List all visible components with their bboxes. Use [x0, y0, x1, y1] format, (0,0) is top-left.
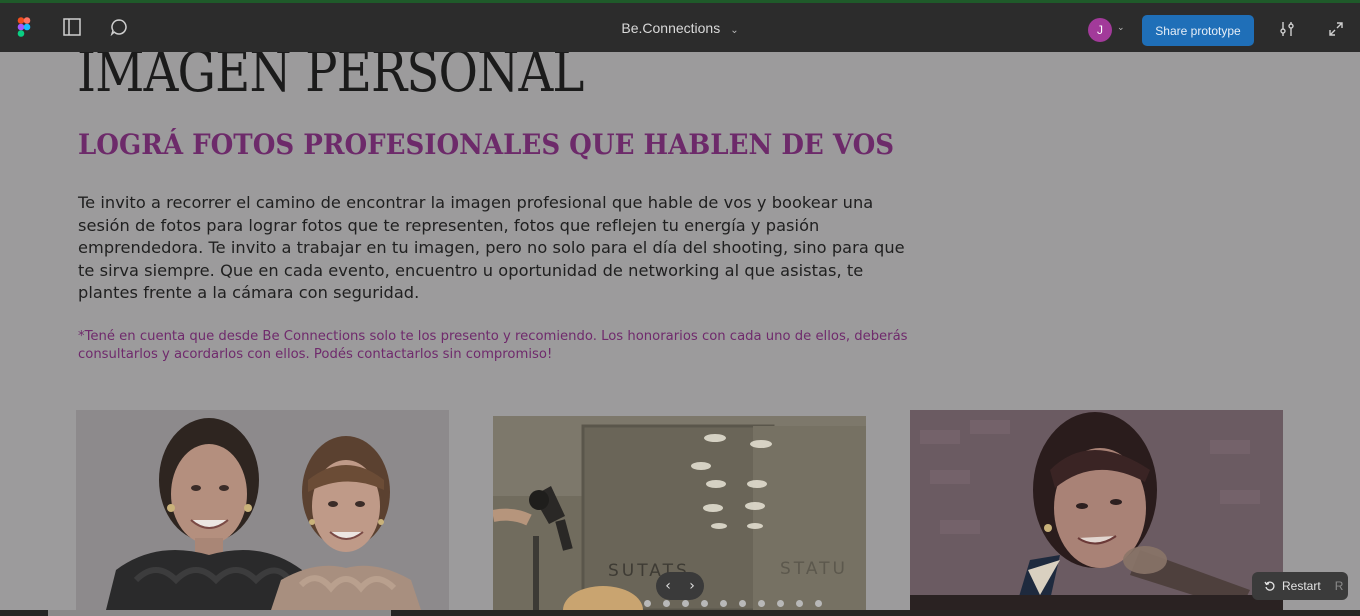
carousel-dot[interactable] [701, 600, 708, 607]
carousel-dot[interactable] [758, 600, 765, 607]
page-title: IMAGEN PERSONAL [77, 52, 584, 105]
settings-sliders-icon[interactable] [1275, 17, 1299, 41]
share-prototype-button[interactable]: Share prototype [1142, 15, 1254, 46]
restart-button[interactable]: Restart R [1252, 572, 1348, 600]
progress-segment [48, 610, 391, 616]
restart-icon [1264, 581, 1275, 591]
photo-makeup-artist[interactable] [910, 410, 1283, 610]
carousel-dot[interactable] [777, 600, 784, 607]
restart-shortcut: R [1334, 579, 1344, 593]
chevron-down-icon[interactable]: ⌄ [1117, 23, 1125, 33]
chevron-down-icon: ⌄ [730, 25, 739, 36]
carousel-dot[interactable] [663, 600, 670, 607]
carousel-dot[interactable] [720, 600, 727, 607]
intro-paragraph: Te invito a recorrer el camino de encont… [78, 193, 905, 303]
document-title-text: Be.Connections [621, 20, 721, 36]
carousel-prev-button[interactable]: ‹ [665, 578, 671, 594]
carousel-dot[interactable] [739, 600, 746, 607]
carousel-next-button[interactable]: › [689, 578, 695, 594]
page-subtitle: LOGRÁ FOTOS PROFESIONALES QUE HABLEN DE … [78, 128, 895, 161]
disclaimer-note: *Tené en cuenta que desde Be Connections… [78, 329, 908, 362]
photo-two-women[interactable] [76, 410, 449, 610]
prototype-frame: IMAGEN PERSONAL LOGRÁ FOTOS PROFESIONALE… [0, 52, 1360, 610]
salon-sign: STATU [780, 559, 848, 579]
fullscreen-icon[interactable] [1324, 17, 1348, 41]
carousel-nav: ‹ › [656, 572, 704, 600]
carousel-dot[interactable] [682, 600, 689, 607]
carousel-dot[interactable] [815, 600, 822, 607]
restart-label: Restart [1282, 579, 1321, 593]
carousel-dots [644, 600, 822, 607]
avatar[interactable]: J [1088, 18, 1112, 42]
carousel-dot[interactable] [796, 600, 803, 607]
bottom-progress-bar [0, 610, 1360, 616]
prototype-toolbar: Be.Connections ⌄ J ⌄ Share prototype [0, 0, 1360, 52]
carousel-dot[interactable] [644, 600, 651, 607]
